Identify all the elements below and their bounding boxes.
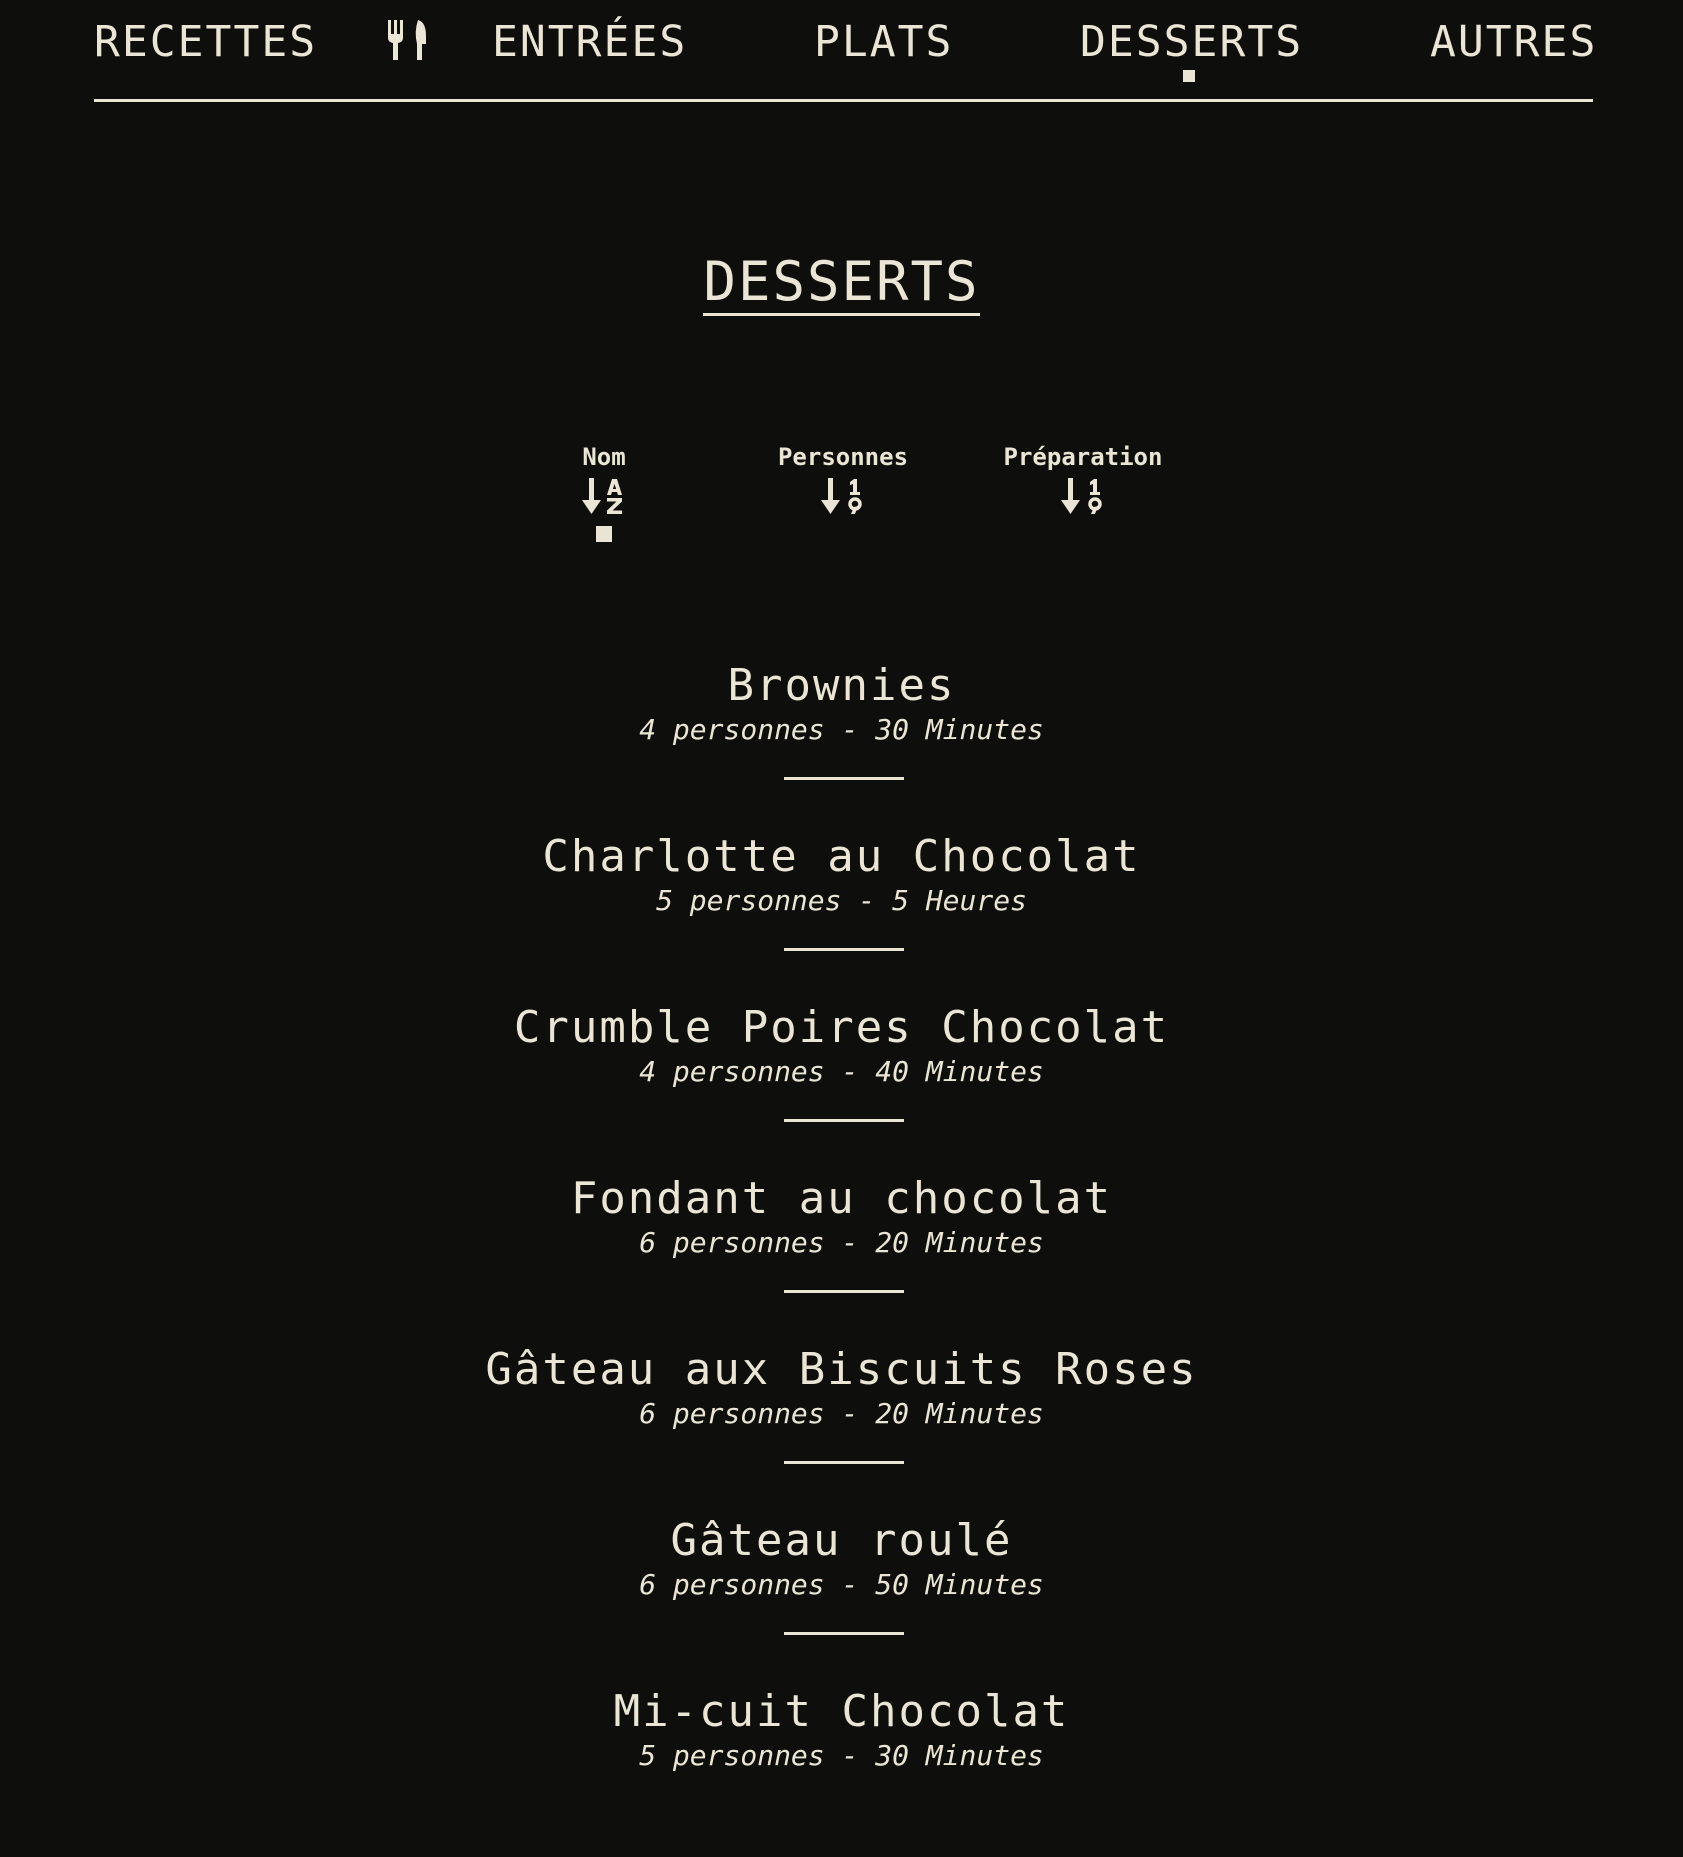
recipe-time: 40 Minutes bbox=[875, 1055, 1044, 1088]
recipe-divider bbox=[784, 777, 904, 780]
recipe-name: Gâteau aux Biscuits Roses bbox=[485, 1344, 1198, 1395]
sort-numeric-down-icon bbox=[1061, 478, 1102, 514]
recipe-meta: 6 personnes - 20 Minutes bbox=[0, 1225, 1683, 1261]
recipe-persons: 5 personnes bbox=[639, 1739, 825, 1772]
recipe-meta: 4 personnes - 30 Minutes bbox=[0, 712, 1683, 748]
recipe-item[interactable]: Gâteau roulé 6 personnes - 50 Minutes bbox=[0, 1515, 1683, 1686]
recipe-name: Brownies bbox=[727, 660, 956, 711]
recipe-persons: 6 personnes bbox=[639, 1226, 825, 1259]
sort-alpha-down-icon bbox=[582, 478, 622, 514]
recipe-name: Gâteau roulé bbox=[670, 1515, 1013, 1566]
recipe-item[interactable]: Crumble Poires Chocolat 4 personnes - 40… bbox=[0, 1002, 1683, 1173]
sort-label-preparation: Préparation bbox=[1003, 443, 1163, 471]
recipe-divider bbox=[784, 948, 904, 951]
sort-by-preparation-button[interactable]: Préparation bbox=[983, 442, 1183, 516]
recipe-time: 30 Minutes bbox=[875, 713, 1044, 746]
recipe-meta: 5 personnes - 5 Heures bbox=[0, 883, 1683, 919]
recipe-meta-separator: - bbox=[824, 1739, 876, 1772]
recipe-time: 50 Minutes bbox=[875, 1568, 1044, 1601]
recipe-list: Brownies 4 personnes - 30 Minutes Charlo… bbox=[0, 660, 1683, 1857]
recipe-item[interactable]: Brownies 4 personnes - 30 Minutes bbox=[0, 660, 1683, 831]
recipe-item[interactable]: Gâteau aux Biscuits Roses 6 personnes - … bbox=[0, 1344, 1683, 1515]
recipe-item[interactable]: Fondant au chocolat 6 personnes - 20 Min… bbox=[0, 1173, 1683, 1344]
recipe-divider bbox=[784, 1461, 904, 1464]
sort-by-name-button[interactable]: Nom bbox=[504, 442, 704, 542]
recipe-time: 5 Heures bbox=[892, 884, 1027, 917]
recipe-meta-separator: - bbox=[841, 884, 893, 917]
nav-item-desserts[interactable]: DESSERTS bbox=[1080, 16, 1303, 68]
nav-active-indicator bbox=[1183, 70, 1195, 82]
nav-brand-recettes[interactable]: RECETTES bbox=[94, 16, 317, 68]
recipe-divider bbox=[784, 1119, 904, 1122]
recipe-meta-separator: - bbox=[824, 1226, 876, 1259]
sort-label-nom: Nom bbox=[582, 443, 626, 471]
recipe-meta-separator: - bbox=[824, 1397, 876, 1430]
recipe-name: Charlotte au Chocolat bbox=[542, 831, 1141, 882]
recipe-name: Fondant au chocolat bbox=[570, 1173, 1113, 1224]
sort-by-persons-button[interactable]: Personnes bbox=[743, 442, 943, 516]
recipe-meta: 6 personnes - 50 Minutes bbox=[0, 1567, 1683, 1603]
page-title-wrapper: DESSERTS bbox=[0, 250, 1683, 316]
recipe-persons: 5 personnes bbox=[656, 884, 842, 917]
sort-active-indicator bbox=[596, 526, 612, 542]
recipe-item[interactable]: Mi-cuit Chocolat 5 personnes - 30 Minute… bbox=[0, 1686, 1683, 1857]
nav-item-entrees[interactable]: ENTRÉES bbox=[492, 16, 687, 68]
recipe-name: Crumble Poires Chocolat bbox=[513, 1002, 1170, 1053]
recipe-persons: 4 personnes bbox=[639, 1055, 825, 1088]
recipe-meta-separator: - bbox=[824, 1055, 876, 1088]
recipe-time: 20 Minutes bbox=[875, 1397, 1044, 1430]
recipe-meta-separator: - bbox=[824, 1568, 876, 1601]
utensils-icon bbox=[388, 20, 426, 60]
recipe-persons: 4 personnes bbox=[639, 713, 825, 746]
recipe-meta-separator: - bbox=[824, 713, 876, 746]
top-nav: RECETTES ENTRÉES PLATS DESSERTS AUTRES bbox=[94, 0, 1595, 104]
recipe-name: Mi-cuit Chocolat bbox=[613, 1686, 1070, 1737]
recipe-divider bbox=[784, 1290, 904, 1293]
nav-item-autres[interactable]: AUTRES bbox=[1430, 16, 1597, 68]
recipe-item[interactable]: Charlotte au Chocolat 5 personnes - 5 He… bbox=[0, 831, 1683, 1002]
recipe-meta: 6 personnes - 20 Minutes bbox=[0, 1396, 1683, 1432]
sort-label-personnes: Personnes bbox=[777, 443, 909, 471]
nav-divider bbox=[94, 99, 1593, 102]
recipe-time: 20 Minutes bbox=[875, 1226, 1044, 1259]
nav-item-plats[interactable]: PLATS bbox=[814, 16, 953, 68]
sort-numeric-down-icon bbox=[821, 478, 862, 514]
page-title: DESSERTS bbox=[703, 250, 980, 316]
recipe-meta: 4 personnes - 40 Minutes bbox=[0, 1054, 1683, 1090]
recipe-meta: 5 personnes - 30 Minutes bbox=[0, 1738, 1683, 1774]
recipe-divider bbox=[784, 1632, 904, 1635]
recipe-persons: 6 personnes bbox=[639, 1397, 825, 1430]
recipe-persons: 6 personnes bbox=[639, 1568, 825, 1601]
recipe-time: 30 Minutes bbox=[875, 1739, 1044, 1772]
